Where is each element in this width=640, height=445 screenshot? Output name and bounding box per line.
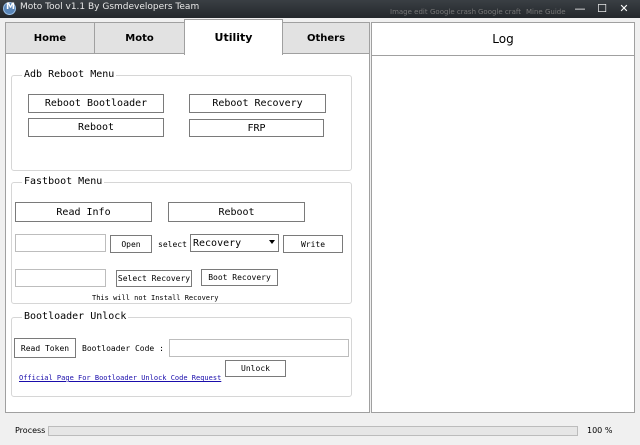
close-button[interactable]: ✕ [614,1,634,17]
tab-home[interactable]: Home [5,22,95,54]
tab-strip: Home Moto Utility Others [5,19,370,55]
background-item: Mine Guide [526,8,566,16]
log-title: Log [372,23,634,56]
reboot-bootloader-button[interactable]: Reboot Bootloader [28,94,164,113]
recovery-path-field[interactable] [15,269,106,287]
process-progress-bar [48,426,578,436]
reboot-recovery-button[interactable]: Reboot Recovery [189,94,326,113]
process-label: Process [15,426,46,435]
background-item: Google crash [430,8,477,16]
minimize-button[interactable]: — [570,1,590,17]
bootloader-unlock-title: Bootloader Unlock [22,311,129,323]
frp-button[interactable]: FRP [189,119,324,137]
window-title: Moto Tool v1.1 By Gsmdevelopers Team [20,2,200,12]
background-item: Image edit [390,8,428,16]
tab-utility[interactable]: Utility [184,19,283,55]
partition-select-value: Recovery [193,237,242,249]
fastboot-reboot-button[interactable]: Reboot [168,202,305,222]
partition-select[interactable]: Recovery [190,234,279,252]
bootloader-unlock-group: Bootloader Unlock Read Token Bootloader … [11,311,352,397]
status-bar: Process 100 % [0,418,640,445]
write-button[interactable]: Write [283,235,343,253]
background-item: Google craft [478,8,522,16]
select-recovery-button[interactable]: Select Recovery [116,270,192,287]
recovery-note: This will not Install Recovery [92,294,219,302]
fastboot-title: Fastboot Menu [22,176,105,188]
file-path-field[interactable] [15,234,106,252]
adb-reboot-group: Adb Reboot Menu Reboot Bootloader Reboot… [11,69,352,171]
progress-percent: 100 % [587,426,613,435]
bootloader-code-field[interactable] [169,339,349,357]
read-info-button[interactable]: Read Info [15,202,152,222]
fastboot-group: Fastboot Menu Read Info Reboot Open sele… [11,176,352,304]
unlock-button[interactable]: Unlock [225,360,286,377]
open-button[interactable]: Open [110,235,152,253]
tab-others[interactable]: Others [282,22,370,54]
boot-recovery-button[interactable]: Boot Recovery [201,269,278,286]
unlock-code-request-link[interactable]: Official Page For Bootloader Unlock Code… [19,374,221,382]
title-bar: Moto Tool v1.1 By Gsmdevelopers Team Ima… [0,0,640,18]
log-panel: Log [371,22,635,413]
select-label: select [158,240,187,249]
tab-moto[interactable]: Moto [94,22,185,54]
bootloader-code-label: Bootloader Code : [82,344,164,353]
read-token-button[interactable]: Read Token [14,338,76,358]
adb-reboot-title: Adb Reboot Menu [22,69,117,81]
maximize-button[interactable]: ☐ [592,1,612,17]
utility-panel: Adb Reboot Menu Reboot Bootloader Reboot… [5,53,370,413]
chevron-down-icon [269,240,275,244]
moto-app-icon [3,2,16,15]
reboot-button[interactable]: Reboot [28,118,164,137]
